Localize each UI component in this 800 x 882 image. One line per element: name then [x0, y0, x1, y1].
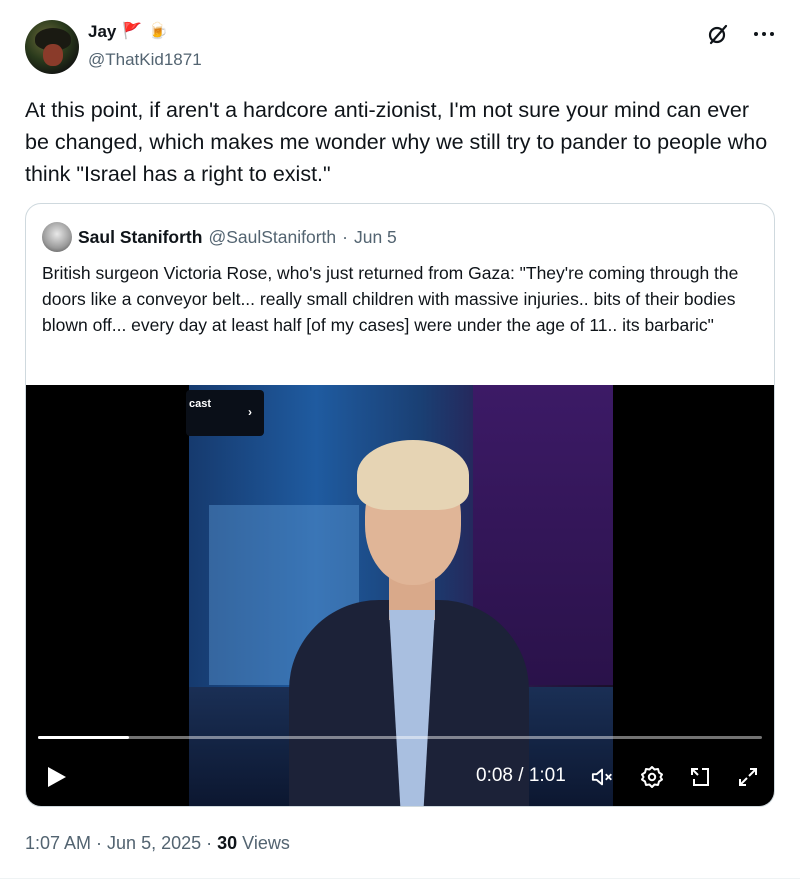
tweet-text: At this point, if aren't a hardcore anti…: [25, 98, 768, 186]
settings-icon[interactable]: [640, 765, 664, 789]
author-name-row: Jay 🚩 🍺: [88, 22, 168, 42]
video-frame: [189, 385, 613, 806]
video-controls: 0:08 / 1:01: [26, 757, 774, 797]
quoted-author-handle[interactable]: @SaulStaniforth: [208, 227, 336, 248]
quoted-date[interactable]: Jun 5: [354, 227, 397, 248]
tweet-date[interactable]: Jun 5, 2025: [107, 833, 201, 854]
views-label: Views: [242, 833, 290, 853]
quoted-avatar[interactable]: [42, 222, 72, 252]
tweet-footer: 1:07 AM · Jun 5, 2025 · 30 Views: [25, 833, 290, 854]
separator-dot: ·: [342, 226, 348, 247]
cast-label: cast: [189, 398, 212, 410]
quoted-tweet[interactable]: Saul Staniforth @SaulStaniforth · Jun 5 …: [25, 203, 775, 807]
divider: [0, 878, 800, 879]
fullscreen-icon[interactable]: [736, 765, 760, 789]
author-name[interactable]: Jay: [88, 22, 116, 42]
views-count: 30: [217, 833, 238, 853]
pip-icon[interactable]: [688, 765, 712, 789]
beer-emoji: 🍺: [148, 23, 169, 40]
quoted-header: Saul Staniforth @SaulStaniforth · Jun 5: [42, 222, 397, 252]
more-options-icon[interactable]: [752, 22, 776, 46]
quoted-text: British surgeon Victoria Rose, who's jus…: [42, 263, 739, 335]
progress-fill: [38, 736, 129, 739]
grok-icon[interactable]: [706, 22, 730, 46]
separator-dot: ·: [96, 833, 103, 853]
video-time: 0:08 / 1:01: [476, 765, 566, 786]
play-icon[interactable]: [46, 765, 68, 794]
person-hair: [357, 440, 469, 510]
mute-icon[interactable]: [591, 765, 615, 789]
video-player[interactable]: cast › 0:08 / 1:01: [26, 385, 774, 806]
author-handle[interactable]: @ThatKid1871: [88, 50, 202, 70]
progress-bar[interactable]: [38, 736, 762, 739]
author-avatar[interactable]: [25, 20, 79, 74]
cast-chip[interactable]: cast: [186, 390, 264, 436]
flag-emoji: 🚩: [122, 23, 143, 40]
quoted-author-name[interactable]: Saul Staniforth: [78, 227, 202, 248]
avatar-face: [43, 44, 63, 66]
top-actions: [706, 22, 776, 46]
cast-chevron-icon[interactable]: ›: [248, 405, 252, 419]
separator-dot: ·: [206, 833, 213, 853]
tweet-time[interactable]: 1:07 AM: [25, 833, 91, 854]
